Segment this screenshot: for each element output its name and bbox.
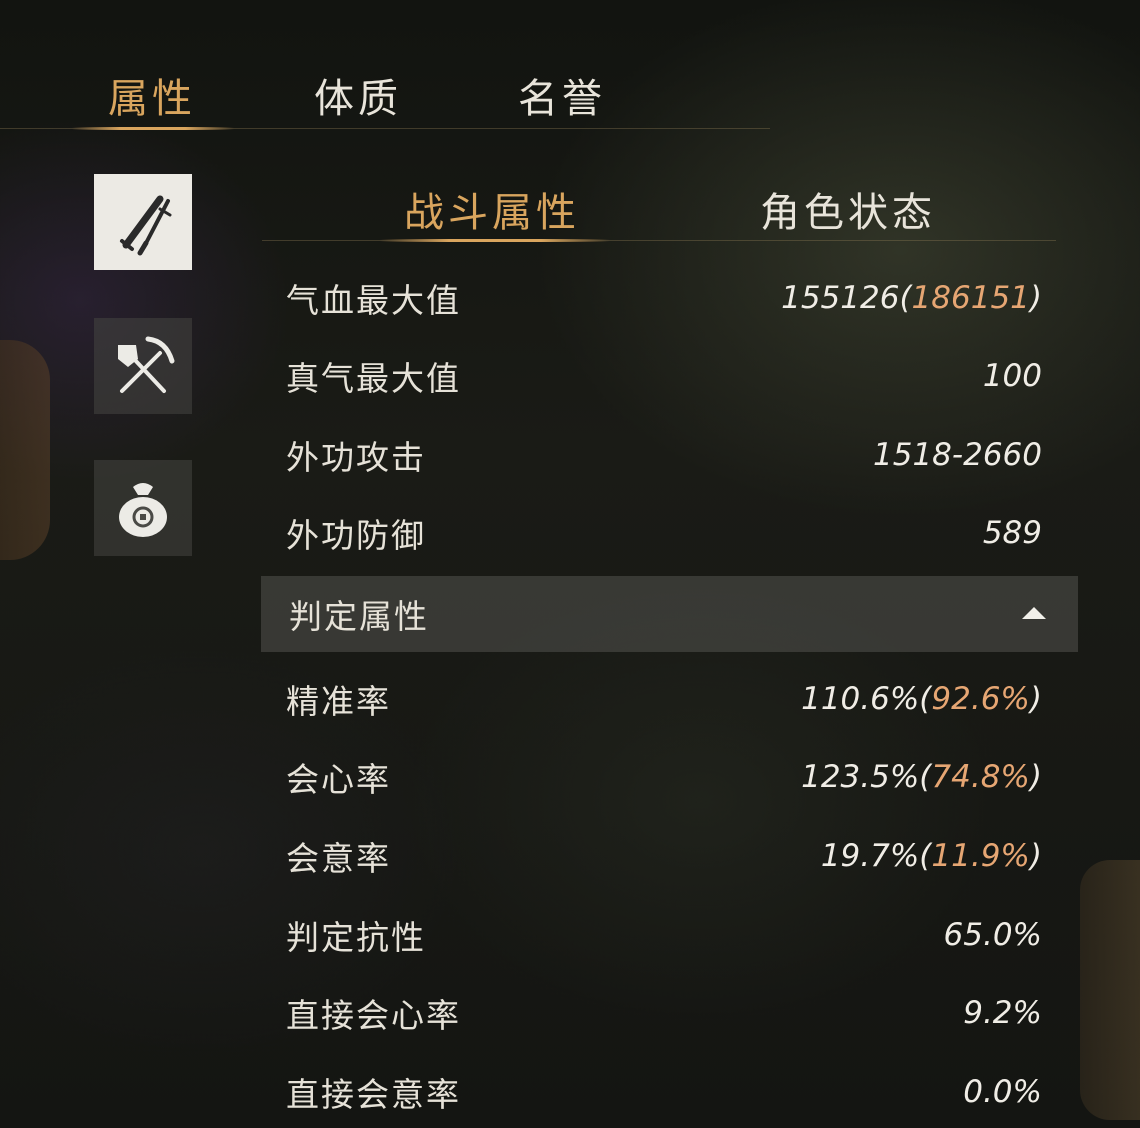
side-tab-tools[interactable] [94,318,192,414]
background-prop [0,340,50,560]
stat-row-crit-rate: 会心率 123.5%(74.8%) [286,752,1042,802]
side-tab-equipment[interactable] [94,174,192,270]
stat-row-judgement-resist: 判定抗性 65.0% [286,910,1042,960]
stat-value: 589 [982,515,1042,551]
stat-bonus: 92.6% [931,681,1030,717]
stat-label: 外功防御 [286,516,426,555]
stat-value: 123.5%(74.8%) [801,759,1042,795]
stat-row-max-hp: 气血最大值 155126(186151) [286,273,1042,323]
sub-tab-bar: 战斗属性 角色状态 [262,170,1056,242]
judgement-section-header[interactable]: 判定属性 [261,576,1078,652]
money-bag-icon [119,483,167,537]
tab-combat-attributes[interactable]: 战斗属性 [404,180,580,238]
stat-label: 气血最大值 [286,281,461,320]
shovel-pickaxe-icon [118,336,175,393]
stat-value: 19.7%(11.9%) [820,838,1042,874]
stat-row-max-qi: 真气最大值 100 [286,351,1042,401]
stat-value: 1518-2660 [873,437,1042,473]
stat-label: 真气最大值 [286,359,461,398]
active-subtab-indicator [380,239,610,242]
stat-bonus: 74.8% [931,759,1030,795]
collapse-caret-icon [1022,607,1046,619]
tab-reputation[interactable]: 名誉 [518,66,606,124]
background-prop [1080,860,1140,1120]
stat-row-direct-insight: 直接会意率 0.0% [286,1067,1042,1117]
side-tab-currency[interactable] [94,460,192,556]
stat-label: 判定抗性 [286,918,426,957]
stat-value: 110.6%(92.6%) [801,681,1042,717]
stat-label: 精准率 [286,682,391,721]
tab-attributes[interactable]: 属性 [108,66,196,124]
stat-value: 100 [982,358,1042,394]
stat-row-external-attack: 外功攻击 1518-2660 [286,430,1042,480]
weapons-icon [120,195,172,256]
stat-label: 会意率 [286,839,391,878]
section-title: 判定属性 [289,597,429,636]
stat-label: 会心率 [286,760,391,799]
stat-value: 9.2% [963,995,1042,1031]
active-tab-indicator [72,127,234,130]
stat-label: 外功攻击 [286,438,426,477]
stat-row-direct-crit: 直接会心率 9.2% [286,988,1042,1038]
stat-row-accuracy: 精准率 110.6%(92.6%) [286,674,1042,724]
tab-character-status[interactable]: 角色状态 [760,180,936,238]
stat-value: 0.0% [963,1074,1042,1110]
stat-bonus: 11.9% [931,838,1030,874]
stat-row-insight-rate: 会意率 19.7%(11.9%) [286,831,1042,881]
stat-label: 直接会心率 [286,996,461,1035]
tab-constitution[interactable]: 体质 [314,66,402,124]
top-tab-bar: 属性 体质 名誉 [0,60,770,130]
stat-row-external-defense: 外功防御 589 [286,508,1042,558]
stat-value: 65.0% [943,917,1042,953]
stat-bonus: 186151 [911,280,1030,316]
stat-label: 直接会意率 [286,1075,461,1114]
stat-value: 155126(186151) [781,280,1042,316]
